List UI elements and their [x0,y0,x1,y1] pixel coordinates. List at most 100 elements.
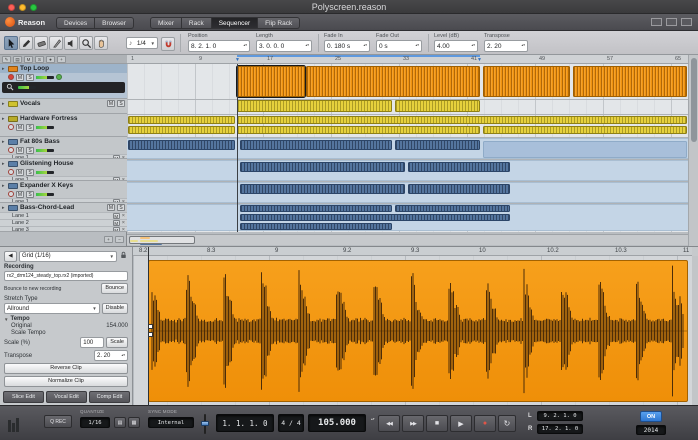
record-button[interactable]: ● [474,415,496,432]
track-lane[interactable]: Lane 3M× [0,226,127,232]
sequencer-button[interactable]: Sequencer [212,17,258,29]
devices-button[interactable]: Devices [56,17,95,29]
track-lane[interactable]: Lane 1M× [0,212,127,219]
slice-edit-button[interactable]: Slice Edit [3,391,44,403]
arrangement-clip[interactable] [483,126,687,134]
scale-button[interactable]: Scale [106,337,128,348]
disclosure-icon[interactable]: ▸ [2,116,6,122]
arrangement-clip[interactable] [237,100,392,112]
mute-button[interactable]: M [16,169,24,176]
track-item[interactable]: ▸VocalsMS [0,99,127,114]
bounce-button[interactable]: Bounce [101,283,128,294]
loop-button[interactable]: ↻ [498,415,516,432]
mute-button[interactable]: M [107,204,115,211]
solo-button[interactable]: S [26,74,34,81]
level-input[interactable]: 4.00▴▾ [434,40,478,52]
mute-button[interactable]: M [107,100,115,107]
track-header[interactable]: ▸VocalsMS [0,99,127,108]
hand-tool[interactable] [94,36,108,50]
zoom-out-icon[interactable]: − [115,236,124,243]
mute-button[interactable]: M [16,191,24,198]
arrangement-clip[interactable] [408,162,510,172]
loop-left-display[interactable]: 9. 2. 1. 0 [537,411,583,421]
record-arm-button[interactable] [8,74,14,80]
play-button[interactable]: ▶ [450,415,472,432]
scrollbar-handle[interactable] [691,58,697,142]
lane-mute-button[interactable]: M [113,213,120,219]
window-layout-icon[interactable] [681,18,692,26]
length-input[interactable]: 3. 0. 0. 0▴▾ [256,40,312,52]
arrangement-clip[interactable] [240,214,510,221]
track-item[interactable]: ▸Glistening HouseMSLane 1M× [0,159,127,181]
window-layout-icon[interactable] [666,18,677,26]
lane-mute-button[interactable]: M [113,227,120,232]
block-view-icon[interactable]: ▦ [128,417,140,428]
arrangement-clip[interactable] [240,223,392,230]
stepper-icon[interactable]: ▴▾ [471,44,475,47]
grid-view-icon[interactable]: ▤ [13,56,22,63]
stretch-type-select[interactable]: Allround▼ [4,303,100,314]
edit-mode-icon[interactable]: ✎ [2,56,11,63]
razor-tool[interactable] [49,36,63,50]
vocal-edit-button[interactable]: Vocal Edit [46,391,87,403]
arrangement-clip[interactable] [395,140,480,150]
arrangement-clip[interactable] [128,140,235,150]
navigator-view-window[interactable] [129,236,195,244]
fade-in-input[interactable]: 0. 180 s▴▾ [324,40,370,52]
arrangement-clip[interactable] [128,126,235,134]
track-item[interactable]: ▸Fat 80s BassMSLane 1M× [0,137,127,159]
browser-button[interactable]: Browser [95,17,134,29]
snap-value-select[interactable]: ♪1/4▼ [126,37,158,49]
grid-select[interactable]: Grid (1/16)▼ [19,251,117,262]
arrangement-clip[interactable] [573,66,687,97]
stepper-icon[interactable]: ▴▾ [521,44,525,47]
rewind-button[interactable]: ◀◀ [378,415,400,432]
comp-edit-button[interactable]: Comp Edit [89,391,130,403]
solo-button[interactable]: S [26,169,34,176]
loop-locator-left[interactable]: ▼ [235,57,240,63]
track-header[interactable]: ▸Expander X Keys [0,181,127,190]
record-arm-button[interactable] [8,169,14,175]
stepper-icon[interactable]: ▴▾ [363,44,367,47]
song-position-display[interactable]: 1. 1. 1. 0 [216,414,274,432]
fade-out-input[interactable]: 0 s▴▾ [376,40,422,52]
record-enable-icon[interactable]: ● [46,56,55,63]
scale-pct-input[interactable]: 100 [80,337,104,348]
automation-clip[interactable] [483,141,687,158]
flip-rack-button[interactable]: Flip Rack [258,17,300,29]
solo-button[interactable]: S [26,147,34,154]
eraser-tool[interactable] [34,36,48,50]
track-header[interactable]: ▸Bass-Chord-LeadMS [0,203,127,212]
arrangement-clip[interactable] [237,116,687,124]
clip-handle[interactable] [148,324,153,329]
transpose-input[interactable]: 2. 20▴▾ [484,40,528,52]
magnify-tool[interactable] [79,36,93,50]
track-lane[interactable]: Lane 2M× [0,219,127,226]
arrangement-clip[interactable] [240,140,392,150]
solo-button[interactable]: S [26,191,34,198]
clip-handle[interactable] [148,332,153,337]
loop-locator-right[interactable]: ▼ [477,57,482,63]
track-header[interactable]: ▸Top Loop [0,64,127,73]
stepper-icon[interactable]: ▴▾ [243,44,247,47]
zoom-in-icon[interactable]: + [104,236,113,243]
selection-tool[interactable] [4,36,18,50]
lane-close-icon[interactable]: × [122,220,125,226]
arrangement-clip[interactable] [395,100,480,112]
record-arm-button[interactable] [8,191,14,197]
mute-button[interactable]: M [16,147,24,154]
disclosure-icon[interactable]: ▸ [2,66,6,72]
pencil-tool[interactable] [19,36,33,50]
track-header[interactable]: ▸Fat 80s Bass [0,137,127,146]
mute-button[interactable]: M [16,74,24,81]
arrangement-clip[interactable] [408,184,510,194]
record-arm-button[interactable] [8,147,14,153]
disclosure-icon[interactable]: ▸ [2,139,6,145]
arrangement-clip[interactable] [240,184,405,194]
waveform-editor[interactable] [133,256,692,406]
song-block-toggle-icon[interactable]: ▤ [114,417,126,428]
stepper-icon[interactable]: ▴▾ [121,354,125,357]
back-button[interactable]: ◀ [4,251,17,262]
fast-forward-button[interactable]: ▶▶ [402,415,424,432]
track-item[interactable]: ▸Hardware FortressMS [0,114,127,137]
